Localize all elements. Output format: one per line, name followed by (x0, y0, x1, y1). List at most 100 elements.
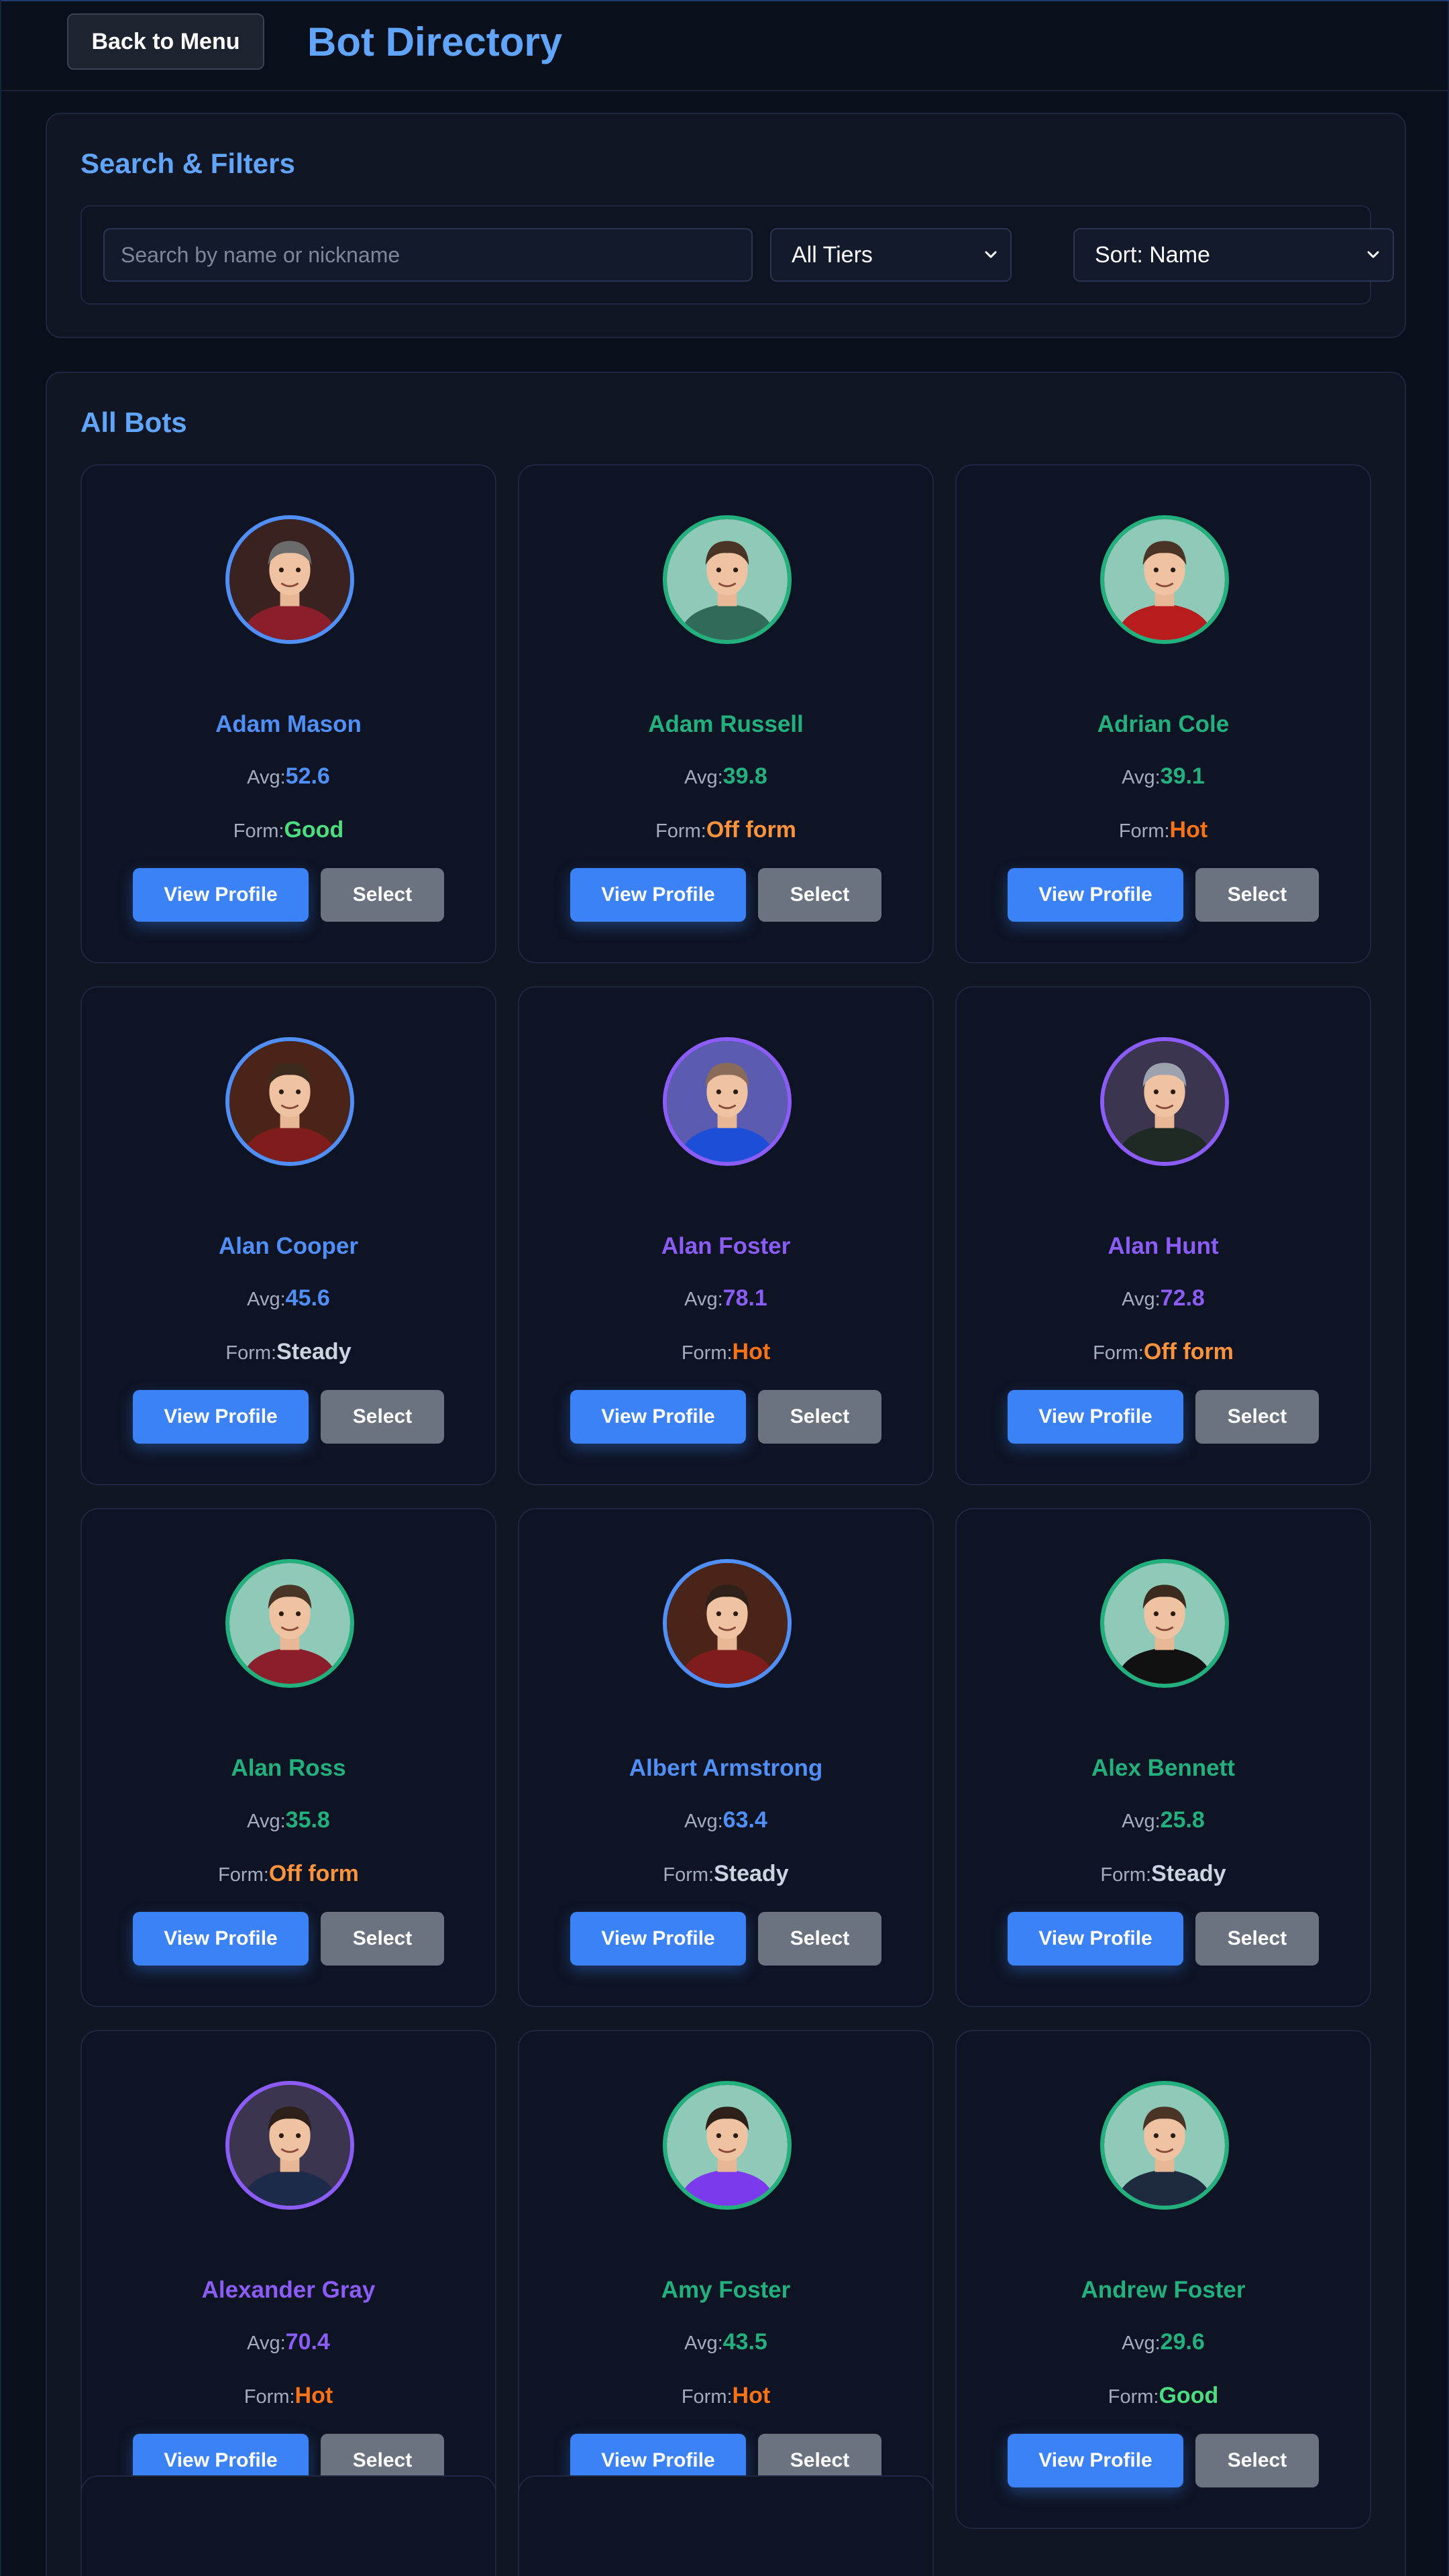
portrait-icon (667, 1563, 788, 1684)
bot-avatar (225, 1037, 354, 1166)
avg-label: Avg: (247, 2332, 286, 2354)
portrait-icon (667, 2085, 788, 2206)
select-button[interactable]: Select (321, 1912, 444, 1966)
form-label: Form: (1100, 1864, 1152, 1886)
avg-label: Avg: (684, 1289, 723, 1310)
bot-average: Avg:45.6 (82, 1285, 495, 1311)
view-profile-button[interactable]: View Profile (133, 1912, 309, 1966)
avg-value: 45.6 (285, 1285, 330, 1311)
bot-card: Albert Armstrong Avg:63.4 Form:Steady View … (518, 1508, 934, 2007)
page-title: Bot Directory (307, 19, 563, 64)
avg-label: Avg: (1122, 1289, 1161, 1310)
form-value: Good (284, 817, 344, 843)
form-value: Steady (1151, 1861, 1226, 1886)
bot-card: Alexander Gray Avg:70.4 Form:Hot View Profi… (80, 2030, 496, 2529)
bot-card: Alan Hunt Avg:72.8 Form:Off form View Profi… (955, 986, 1371, 1485)
sort-select[interactable]: Sort: Name (1073, 228, 1394, 282)
view-profile-button[interactable]: View Profile (1008, 1390, 1183, 1444)
bot-name: Alexander Gray (201, 2277, 376, 2303)
view-profile-button[interactable]: View Profile (1008, 868, 1183, 922)
all-bots-heading: All Bots (80, 407, 187, 438)
bot-form: Form:Steady (519, 1861, 932, 1887)
portrait-icon (229, 2085, 350, 2206)
filter-controls: All Tiers Sort: Name (80, 205, 1394, 305)
form-label: Form: (218, 1864, 269, 1886)
view-profile-button[interactable]: View Profile (570, 1912, 746, 1966)
bot-card: Alan Ross Avg:35.8 Form:Off form View Profi… (80, 1508, 496, 2007)
form-value: Off form (706, 817, 796, 843)
back-to-menu-button[interactable]: Back to Menu (67, 13, 264, 70)
view-profile-button[interactable]: View Profile (570, 1390, 746, 1444)
select-button[interactable]: Select (1195, 868, 1319, 922)
bot-card: Adrian Cole Avg:39.1 Form:Hot View Profile S… (955, 464, 1371, 963)
bot-card: Alex Bennett Avg:25.8 Form:Steady View Prof… (955, 1508, 1371, 2007)
bot-form: Form:Hot (957, 817, 1370, 843)
search-input[interactable] (103, 228, 753, 282)
bot-avatar (663, 2081, 792, 2210)
select-button[interactable]: Select (1195, 1390, 1319, 1444)
bot-avatar (225, 515, 354, 644)
tier-select[interactable]: All Tiers (770, 228, 1012, 282)
bot-card: Alan Foster Avg:78.1 Form:Hot View Profile S… (518, 986, 934, 1485)
bot-card (518, 2475, 934, 2576)
bot-form: Form:Hot (519, 1339, 932, 1365)
bot-average: Avg:35.8 (82, 1807, 495, 1833)
portrait-icon (667, 519, 788, 640)
avg-value: 39.8 (722, 763, 767, 789)
view-profile-button[interactable]: View Profile (133, 1390, 309, 1444)
bot-avatar (663, 515, 792, 644)
select-button[interactable]: Select (321, 868, 444, 922)
bot-card: Amy Foster Avg:43.5 Form:Hot View Profile Se… (518, 2030, 934, 2529)
select-button[interactable]: Select (1195, 1912, 1319, 1966)
form-label: Form: (233, 820, 284, 842)
bot-form: Form:Steady (957, 1861, 1370, 1887)
bot-average: Avg:39.1 (957, 763, 1370, 790)
tier-select-value: All Tiers (792, 241, 873, 268)
avg-value: 35.8 (285, 1807, 330, 1833)
portrait-icon (1104, 1041, 1225, 1162)
bot-average: Avg:72.8 (957, 1285, 1370, 1311)
bot-name: Adam Russell (648, 711, 804, 737)
bot-average: Avg:52.6 (82, 763, 495, 790)
filters-heading: Search & Filters (80, 148, 295, 179)
avg-value: 52.6 (285, 763, 330, 789)
bot-card (80, 2475, 496, 2576)
bot-name: Andrew Foster (1081, 2277, 1246, 2303)
select-button[interactable]: Select (758, 1390, 881, 1444)
avg-value: 63.4 (722, 1807, 767, 1833)
bot-avatar (1100, 1559, 1229, 1688)
bot-form: Form:Hot (82, 2383, 495, 2409)
form-value: Steady (276, 1339, 352, 1364)
avg-label: Avg: (247, 1811, 286, 1832)
bot-average: Avg:29.6 (957, 2329, 1370, 2355)
sort-select-value: Sort: Name (1095, 241, 1210, 268)
bot-card: Andrew Foster Avg:29.6 Form:Good View Profi… (955, 2030, 1371, 2529)
avg-value: 78.1 (722, 1285, 767, 1311)
form-label: Form: (663, 1864, 714, 1886)
select-button[interactable]: Select (321, 1390, 444, 1444)
avg-label: Avg: (1122, 767, 1161, 788)
bot-name: Adam Mason (215, 711, 362, 737)
form-label: Form: (681, 1342, 733, 1364)
form-value: Off form (268, 1861, 359, 1886)
portrait-icon (229, 519, 350, 640)
form-label: Form: (225, 1342, 277, 1364)
select-button[interactable]: Select (758, 868, 881, 922)
bot-form: Form:Hot (519, 2383, 932, 2409)
avg-label: Avg: (684, 2332, 723, 2354)
view-profile-button[interactable]: View Profile (1008, 1912, 1183, 1966)
view-profile-button[interactable]: View Profile (133, 868, 309, 922)
bot-avatar (663, 1559, 792, 1688)
chevron-down-icon (985, 251, 997, 258)
bot-form: Form:Good (82, 817, 495, 843)
portrait-icon (1104, 1563, 1225, 1684)
bot-avatar (225, 2081, 354, 2210)
avg-label: Avg: (1122, 1811, 1161, 1832)
select-button[interactable]: Select (1195, 2434, 1319, 2487)
bot-average: Avg:25.8 (957, 1807, 1370, 1833)
form-label: Form: (681, 2386, 733, 2408)
view-profile-button[interactable]: View Profile (1008, 2434, 1183, 2487)
select-button[interactable]: Select (758, 1912, 881, 1966)
view-profile-button[interactable]: View Profile (570, 868, 746, 922)
avg-label: Avg: (1122, 2332, 1161, 2354)
